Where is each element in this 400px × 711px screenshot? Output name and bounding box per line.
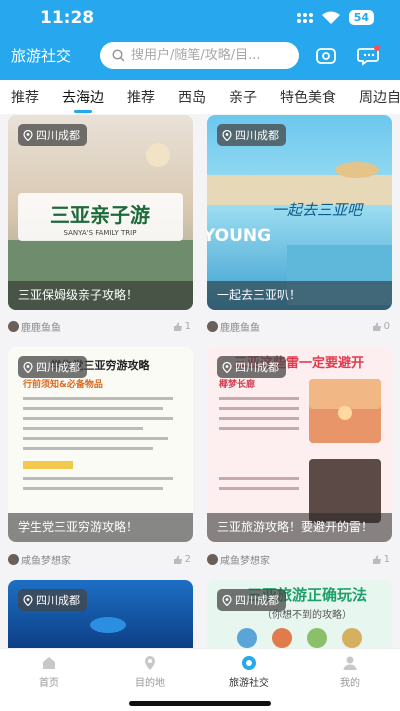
nav-destination[interactable]: 目的地 [110,655,190,689]
like-count: 1 [184,321,191,332]
user-icon [343,656,357,670]
like-count: 0 [383,321,390,332]
location-pin-icon [23,594,33,606]
nav-mine[interactable]: 我的 [310,655,390,689]
status-time: 11:28 [40,8,95,28]
post-meta: 鹿鹿鱼鱼 1 [8,319,193,334]
home-icon [43,657,55,669]
image-subtitle: SANYA'S FAMILY TRIP [64,229,137,237]
nav-mine-label: 我的 [340,678,360,689]
like-count: 2 [184,554,191,565]
category-tabs: 推荐 去海边 推荐 西岛 亲子 特色美食 周边自驾 [0,80,400,114]
author-name[interactable]: 咸鱼梦想家 [21,552,71,567]
app-header: 11:28 54 旅游社交 [0,0,400,80]
avatar[interactable] [8,321,19,332]
location-label: 四川成都 [36,361,80,374]
like-button[interactable]: 2 [173,554,191,565]
avatar[interactable] [207,321,218,332]
post-title: 三亚旅游攻略！要避开的雷！ [207,513,392,542]
tab-food[interactable]: 特色美食 [280,87,336,107]
post-meta: 鹿鹿鱼鱼 0 [207,319,392,334]
nav-travel-social-label: 旅游社交 [229,678,269,689]
location-label: 四川成都 [235,361,279,374]
home-indicator [129,701,271,706]
battery-icon: 54 [348,10,374,25]
location-tag: 四川成都 [217,589,286,611]
image-title: 三亚亲子游 [50,203,150,227]
post-card[interactable]: 四川成都 [8,580,193,648]
location-tag: 四川成都 [18,589,87,611]
image-title: 一起去三亚吧 [272,201,364,219]
location-pin-icon [145,656,155,670]
tab-seaside[interactable]: 去海边 [62,87,104,113]
like-button[interactable]: 1 [372,554,390,565]
like-button[interactable]: 1 [173,321,191,332]
location-tag: 四川成都 [217,124,286,146]
nav-home-label: 首页 [39,678,59,689]
post-card[interactable]: 三亚亲子游 SANYA'S FAMILY TRIP 四川成都 三亚保姆级亲子攻略… [8,115,193,310]
location-pin-icon [23,129,33,141]
search-bar[interactable] [100,42,299,69]
location-tag: 四川成都 [217,356,286,378]
image-subtitle: 行前须知&必备物品 [22,378,103,390]
thumbs-up-icon [372,322,381,331]
post-title: 三亚保姆级亲子攻略！ [8,281,193,310]
post-meta: 咸鱼梦想家 1 [207,552,392,567]
travel-social-icon [242,656,256,670]
like-button[interactable]: 0 [372,321,390,332]
like-count: 1 [383,554,390,565]
post-card[interactable]: 一起去三亚吧 YOUNG 四川成都 一起去三亚叭！ [207,115,392,310]
post-title: 一起去三亚叭！ [207,281,392,310]
message-icon[interactable] [357,44,381,68]
location-label: 四川成都 [36,594,80,607]
post-card[interactable]: 三亚旅游正确玩法 （你想不到的攻略） 四川成都 [207,580,392,648]
post-card[interactable]: 三亚这些雷一定要避开 椰梦长廊 四川成都 三亚旅游攻略！要避开的雷！ [207,347,392,542]
thumbs-up-icon [372,555,381,564]
search-input[interactable] [131,48,291,63]
wifi-icon [321,11,340,24]
tab-road-trip[interactable]: 周边自驾 [359,87,400,107]
nav-home[interactable]: 首页 [9,655,89,689]
author-name[interactable]: 鹿鹿鱼鱼 [21,319,61,334]
search-icon [112,49,125,62]
status-icons: 54 [296,10,374,25]
page-title: 旅游社交 [11,47,72,65]
author-name[interactable]: 鹿鹿鱼鱼 [220,319,260,334]
location-tag: 四川成都 [18,124,87,146]
nav-travel-social[interactable]: 旅游社交 [209,655,289,689]
tab-family[interactable]: 亲子 [229,87,257,107]
location-label: 四川成都 [235,129,279,142]
location-pin-icon [222,594,232,606]
post-meta: 咸鱼梦想家 2 [8,552,193,567]
location-pin-icon [23,361,33,373]
post-card[interactable]: 学生党三亚穷游攻略 行前须知&必备物品 四川成都 学生党三亚穷游攻略！ [8,347,193,542]
nav-destination-label: 目的地 [135,678,165,689]
image-subtitle: YOUNG [207,226,271,246]
tab-xidao[interactable]: 西岛 [178,87,206,107]
avatar[interactable] [8,554,19,565]
image-subtitle: 椰梦长廊 [219,378,255,390]
avatar[interactable] [207,554,218,565]
location-tag: 四川成都 [18,356,87,378]
cellular-icon [296,12,313,23]
location-pin-icon [222,129,232,141]
post-title: 学生党三亚穷游攻略！ [8,513,193,542]
location-label: 四川成都 [36,129,80,142]
tab-recommend[interactable]: 推荐 [11,87,39,107]
thumbs-up-icon [173,555,182,564]
status-bar: 11:28 54 [0,0,400,34]
location-pin-icon [222,361,232,373]
thumbs-up-icon [173,322,182,331]
author-name[interactable]: 咸鱼梦想家 [220,552,270,567]
location-label: 四川成都 [235,594,279,607]
scan-icon[interactable] [314,44,338,68]
tab-recommend-2[interactable]: 推荐 [127,87,155,107]
